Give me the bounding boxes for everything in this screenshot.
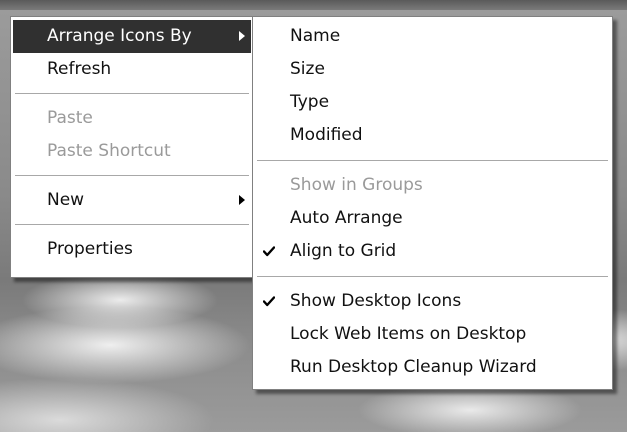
- menu-item-paste-shortcut[interactable]: Paste Shortcut: [11, 135, 253, 168]
- menu-item-label: Show in Groups: [290, 175, 423, 195]
- submenu-item-modified[interactable]: Modified: [253, 119, 612, 152]
- menu-item-refresh[interactable]: Refresh: [11, 53, 253, 86]
- chevron-right-icon: [239, 31, 245, 41]
- menu-separator: [257, 276, 608, 277]
- menu-item-properties[interactable]: Properties: [11, 233, 253, 266]
- menu-item-new[interactable]: New: [11, 184, 253, 217]
- menu-separator: [257, 160, 608, 161]
- checkmark-icon: [261, 285, 279, 318]
- menu-item-label: Show Desktop Icons: [290, 291, 462, 311]
- submenu-item-desktop-cleanup-wizard[interactable]: Run Desktop Cleanup Wizard: [253, 351, 612, 384]
- menu-item-label: Paste Shortcut: [47, 141, 171, 161]
- desktop-top-edge: [0, 0, 627, 10]
- menu-item-label: Auto Arrange: [290, 208, 403, 228]
- menu-item-label: Paste: [47, 108, 93, 128]
- submenu-item-type[interactable]: Type: [253, 86, 612, 119]
- submenu-item-show-desktop-icons[interactable]: Show Desktop Icons: [253, 285, 612, 318]
- menu-item-label: Modified: [290, 125, 363, 145]
- menu-item-label: Type: [290, 92, 330, 112]
- submenu-item-align-to-grid[interactable]: Align to Grid: [253, 235, 612, 268]
- menu-item-arrange-icons-by[interactable]: Arrange Icons By: [13, 20, 251, 53]
- menu-item-label: Arrange Icons By: [47, 26, 192, 46]
- menu-separator: [15, 175, 249, 176]
- menu-separator: [15, 224, 249, 225]
- menu-separator: [15, 93, 249, 94]
- checkmark-icon: [261, 235, 279, 268]
- menu-item-label: Lock Web Items on Desktop: [290, 324, 527, 344]
- menu-item-label: Size: [290, 59, 325, 79]
- chevron-right-icon: [239, 195, 245, 205]
- menu-item-label: Name: [290, 26, 341, 46]
- submenu-item-name[interactable]: Name: [253, 20, 612, 53]
- menu-item-label: Align to Grid: [290, 241, 397, 261]
- menu-item-label: New: [47, 190, 85, 210]
- menu-item-paste[interactable]: Paste: [11, 102, 253, 135]
- submenu-item-auto-arrange[interactable]: Auto Arrange: [253, 202, 612, 235]
- menu-item-label: Properties: [47, 239, 133, 259]
- menu-item-label: Refresh: [47, 59, 112, 79]
- submenu-item-size[interactable]: Size: [253, 53, 612, 86]
- arrange-icons-submenu: Name Size Type Modified Show in Groups A…: [252, 16, 613, 390]
- submenu-item-lock-web-items[interactable]: Lock Web Items on Desktop: [253, 318, 612, 351]
- desktop-context-menu: Arrange Icons By Refresh Paste Paste Sho…: [10, 16, 254, 278]
- submenu-item-show-in-groups[interactable]: Show in Groups: [253, 169, 612, 202]
- menu-item-label: Run Desktop Cleanup Wizard: [290, 357, 537, 377]
